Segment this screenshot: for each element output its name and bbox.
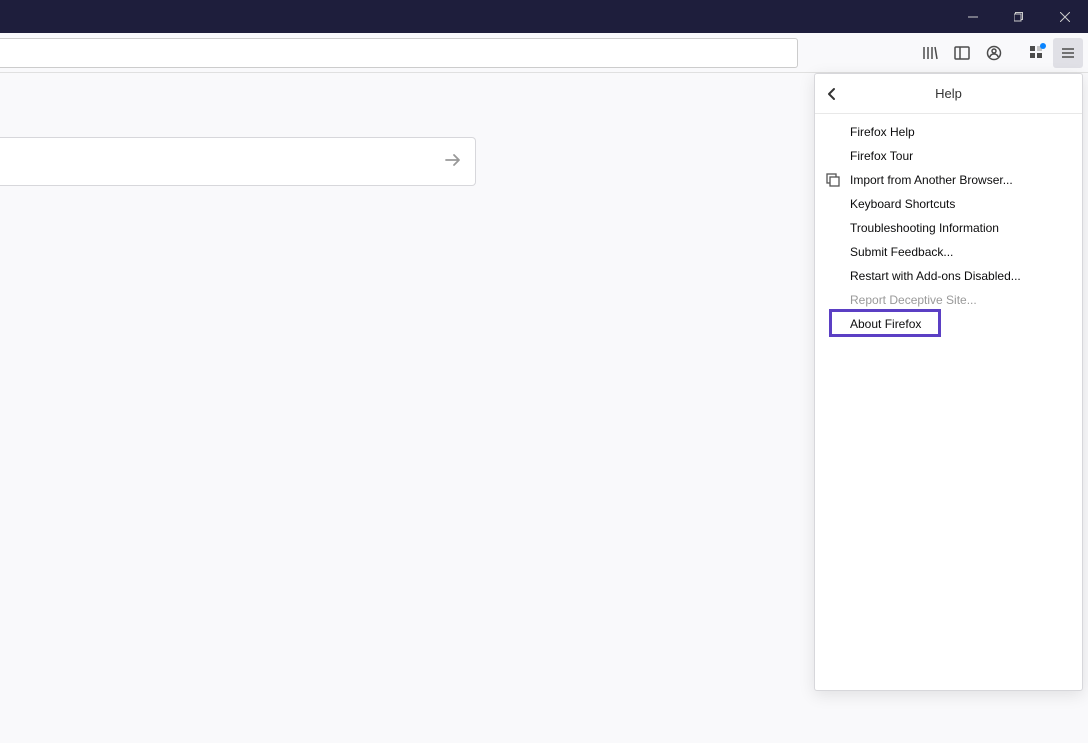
help-panel: Help Firefox Help Firefox Tour Import fr… [814,73,1083,691]
menu-item-label: Report Deceptive Site... [850,293,977,307]
url-input[interactable] [0,38,798,68]
panel-title: Help [815,86,1082,101]
menu-item-label: Submit Feedback... [850,245,953,259]
menu-item-label: Restart with Add-ons Disabled... [850,269,1021,283]
account-icon[interactable] [979,38,1009,68]
menu-item-import[interactable]: Import from Another Browser... [815,168,1082,192]
hamburger-menu-button[interactable] [1053,38,1083,68]
menu-item-label: Keyboard Shortcuts [850,197,955,211]
menu-item-about-firefox[interactable]: About Firefox [815,312,1082,336]
panel-back-button[interactable] [825,74,839,113]
menu-item-label: About Firefox [850,317,921,331]
close-button[interactable] [1042,0,1088,33]
library-icon[interactable] [915,38,945,68]
menu-item-restart-addons-disabled[interactable]: Restart with Add-ons Disabled... [815,264,1082,288]
menu-item-submit-feedback[interactable]: Submit Feedback... [815,240,1082,264]
window-titlebar [0,0,1088,33]
menu-item-report-deceptive: Report Deceptive Site... [815,288,1082,312]
menu-item-label: Import from Another Browser... [850,173,1013,187]
search-box[interactable] [0,137,476,186]
menu-item-label: Firefox Tour [850,149,913,163]
minimize-button[interactable] [950,0,996,33]
sidebar-icon[interactable] [947,38,977,68]
import-icon [825,172,841,188]
maximize-button[interactable] [996,0,1042,33]
notification-dot [1040,43,1046,49]
menu-item-troubleshooting[interactable]: Troubleshooting Information [815,216,1082,240]
menu-item-label: Troubleshooting Information [850,221,999,235]
browser-toolbar [0,33,1088,73]
whatsnew-icon[interactable] [1021,38,1051,68]
panel-header: Help [815,74,1082,114]
help-menu-list: Firefox Help Firefox Tour Import from An… [815,114,1082,342]
search-go-icon[interactable] [443,150,463,173]
menu-item-keyboard-shortcuts[interactable]: Keyboard Shortcuts [815,192,1082,216]
menu-item-firefox-help[interactable]: Firefox Help [815,120,1082,144]
menu-item-label: Firefox Help [850,125,915,139]
menu-item-firefox-tour[interactable]: Firefox Tour [815,144,1082,168]
